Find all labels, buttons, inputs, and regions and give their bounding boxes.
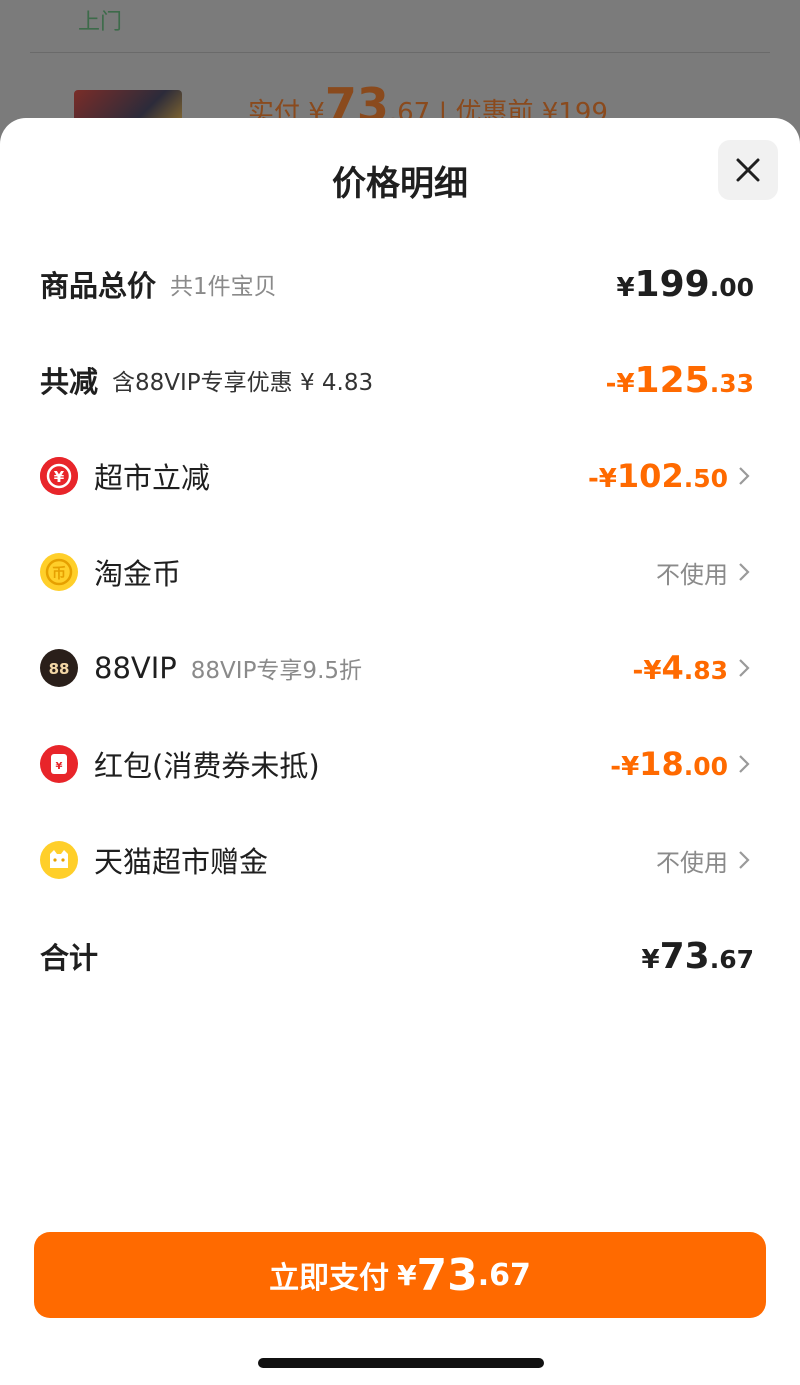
discount-label: 红包(消费券未抵) [94,749,320,783]
vip-discount-note: 含88VIP专享优惠 ¥ 4.83 [112,370,374,396]
discount-row-88vip[interactable]: 88 88VIP 88VIP专享9.5折 -¥4.83 [40,638,754,698]
total-reduction-amount: -¥125.33 [605,359,754,401]
discount-label: 超市立减 [94,461,211,495]
grand-total-label: 合计 [40,941,99,975]
goods-total-row: 商品总价 共1件宝贝 ¥199.00 [40,254,754,314]
pay-now-label: 立即支付 [269,1261,390,1296]
gold-coin-icon: 币 [40,553,78,591]
chevron-right-icon [734,752,754,776]
close-button[interactable] [718,140,778,200]
total-reduction-row: 共减 含88VIP专享优惠 ¥ 4.83 -¥125.33 [40,350,754,410]
chevron-right-icon [734,464,754,488]
discount-row-supermarket[interactable]: ¥ 超市立减 -¥102.50 [40,446,754,506]
discount-row-tmall-gift[interactable]: 天猫超市赠金 不使用 [40,830,754,890]
tmall-cat-icon [40,841,78,879]
svg-text:币: 币 [52,566,66,582]
discount-row-coins[interactable]: 币 淘金币 不使用 [40,542,754,602]
pay-amount-dec: .67 [477,1257,531,1293]
discount-label: 淘金币 [94,557,182,591]
divider [30,52,770,53]
rmb-refund-icon: ¥ [40,457,78,495]
pay-amount-int: 73 [416,1249,478,1301]
discount-amount: -¥18.00 [610,745,728,783]
goods-total-amount: ¥199.00 [616,263,754,305]
home-indicator[interactable] [258,1358,544,1368]
discount-status: 不使用 [656,848,728,877]
svg-text:¥: ¥ [56,761,63,772]
goods-count: 共1件宝贝 [170,274,277,300]
discount-row-red-packet[interactable]: ¥ 红包(消费券未抵) -¥18.00 [40,734,754,794]
chevron-right-icon [734,656,754,680]
pay-now-button[interactable]: 立即支付 ¥73.67 [34,1232,766,1318]
chevron-right-icon [734,848,754,872]
discount-amount: -¥4.83 [632,649,728,687]
discount-sub: 88VIP专享9.5折 [190,658,363,684]
discount-label: 天猫超市赠金 [94,845,269,879]
close-icon [736,158,760,182]
discount-label: 88VIP [94,651,177,685]
grand-total-row: 合计 ¥73.67 [40,926,754,986]
svg-text:¥: ¥ [54,468,65,486]
grand-total-amount: ¥73.67 [641,935,755,977]
red-packet-icon: ¥ [40,745,78,783]
service-label: 上门 [78,10,123,35]
price-detail-sheet: 价格明细 商品总价 共1件宝贝 ¥199.00 共减 含88VIP专享优惠 ¥ … [0,118,800,1385]
sheet-title: 价格明细 [332,164,468,204]
discount-status: 不使用 [656,560,728,589]
discount-amount: -¥102.50 [588,457,728,495]
svg-text:88: 88 [49,660,70,678]
pay-currency: ¥ [397,1258,417,1292]
total-reduction-label: 共减 [40,365,99,399]
goods-total-label: 商品总价 [40,269,157,303]
chevron-right-icon [734,560,754,584]
vip88-icon: 88 [40,649,78,687]
